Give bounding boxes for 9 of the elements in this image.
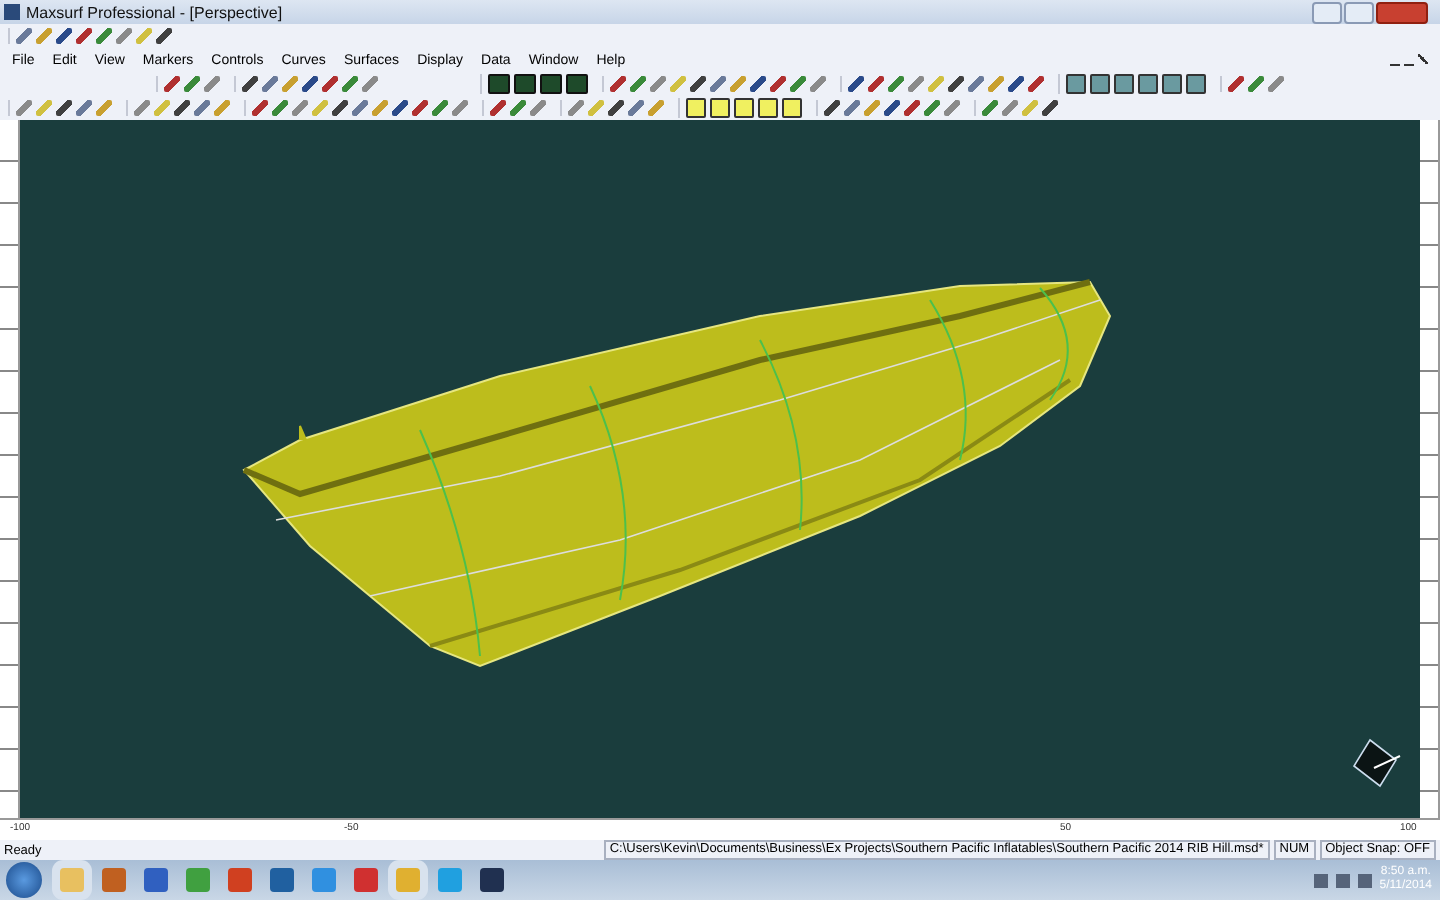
taskbar-app-icon[interactable] bbox=[480, 868, 504, 892]
window-title: Maxsurf Professional - [Perspective] bbox=[26, 3, 285, 21]
app-icon bbox=[4, 4, 20, 20]
start-button[interactable] bbox=[6, 862, 42, 898]
maximize-button[interactable] bbox=[1344, 1, 1374, 23]
axis-cube-icon bbox=[1352, 738, 1401, 788]
close-button[interactable] bbox=[1418, 54, 1428, 64]
close-button[interactable] bbox=[1376, 1, 1428, 23]
taskbar-app-icon[interactable] bbox=[270, 868, 294, 892]
